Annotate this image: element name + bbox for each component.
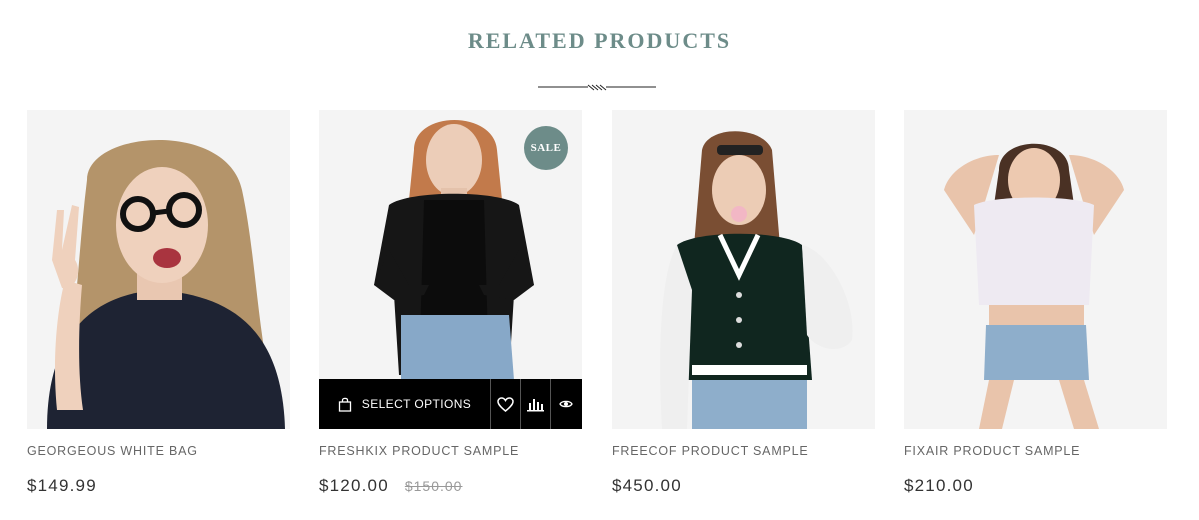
bag-icon [338, 397, 351, 412]
product-card[interactable]: SALE SELECT OPTIONS FRESHKIX PRODUCT SAM… [319, 110, 582, 495]
wishlist-button[interactable] [491, 379, 521, 429]
price-row: $149.99 [27, 476, 97, 496]
product-image[interactable]: SALE SELECT OPTIONS [319, 110, 582, 429]
product-old-price: $150.00 [404, 478, 463, 494]
product-card[interactable]: FIXAIR PRODUCT SAMPLE $210.00 [904, 110, 1167, 495]
price-row: $450.00 [612, 476, 682, 496]
select-options-button[interactable]: SELECT OPTIONS [319, 379, 491, 429]
eye-icon [559, 400, 573, 408]
price-row: $210.00 [904, 476, 974, 496]
quick-view-button[interactable] [551, 379, 581, 429]
title-divider [538, 84, 656, 91]
sale-badge: SALE [524, 126, 568, 170]
product-image[interactable] [904, 110, 1167, 429]
select-options-label: SELECT OPTIONS [361, 397, 472, 411]
product-name[interactable]: FREECOF PRODUCT SAMPLE [612, 444, 809, 458]
product-name[interactable]: FIXAIR PRODUCT SAMPLE [904, 444, 1080, 458]
product-price: $149.99 [27, 476, 97, 495]
product-image[interactable] [27, 110, 290, 429]
section-title: RELATED PRODUCTS [467, 28, 732, 53]
product-name[interactable]: GEORGEOUS WHITE BAG [27, 444, 198, 458]
compare-button[interactable] [521, 379, 551, 429]
product-action-bar: SELECT OPTIONS [319, 379, 582, 429]
product-card[interactable]: FREECOF PRODUCT SAMPLE $450.00 [612, 110, 875, 495]
product-image[interactable] [612, 110, 875, 429]
product-card[interactable]: GEORGEOUS WHITE BAG $149.99 [27, 110, 290, 495]
product-price: $210.00 [904, 476, 974, 495]
compare-icon [527, 398, 544, 411]
product-price: $450.00 [612, 476, 682, 495]
product-name[interactable]: FRESHKIX PRODUCT SAMPLE [319, 444, 519, 458]
product-price: $120.00 [319, 476, 389, 495]
heart-icon [497, 396, 514, 412]
price-row: $120.00 $150.00 [319, 476, 462, 496]
